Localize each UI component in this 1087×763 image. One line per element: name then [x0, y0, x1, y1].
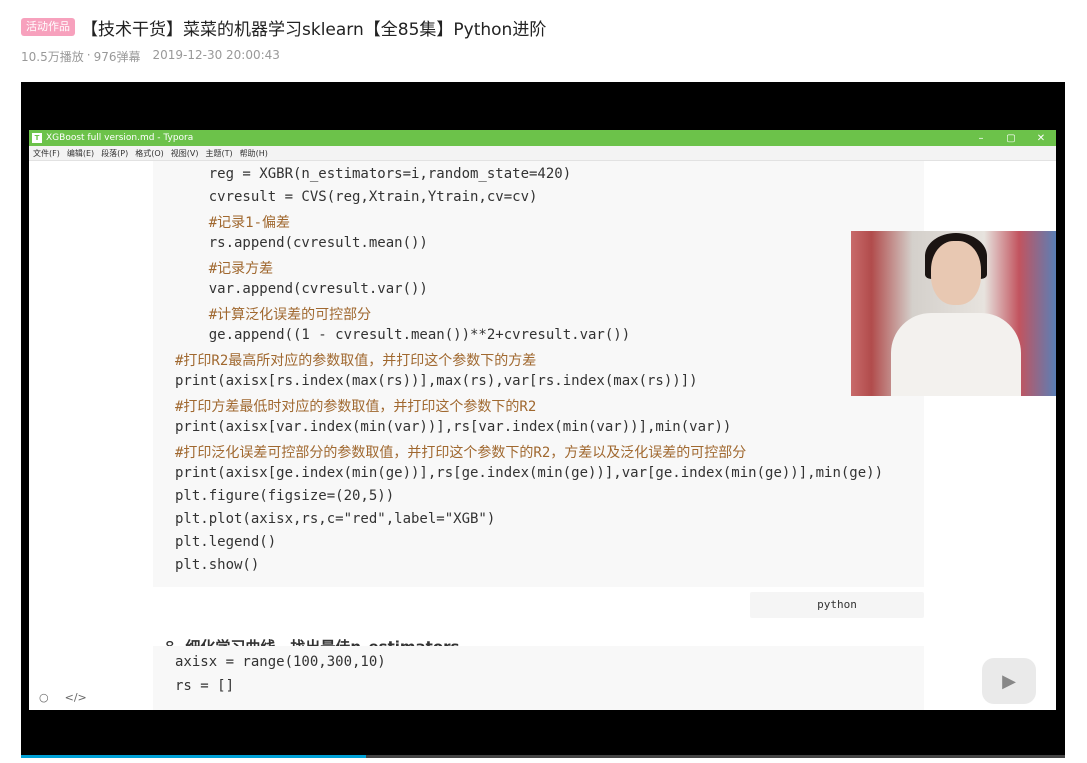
menu-edit[interactable]: 编辑(E)	[67, 148, 94, 159]
code-line: rs.append(cvresult.mean())	[175, 235, 428, 251]
menu-view[interactable]: 视图(V)	[171, 148, 199, 159]
presenter-face	[931, 241, 981, 305]
code-line: reg = XGBR(n_estimators=i,random_state=4…	[175, 166, 572, 182]
code-comment: #计算泛化误差的可控部分	[175, 307, 372, 323]
play-logo-icon: ▶	[982, 658, 1036, 704]
code-comment: #记录1-偏差	[175, 215, 291, 231]
video-meta: 10.5万播放 · 976弹幕 2019-12-30 20:00:43	[21, 48, 280, 65]
code-language-selector[interactable]: python	[750, 592, 924, 618]
menu-bar: 文件(F) 编辑(E) 段落(P) 格式(O) 视图(V) 主题(T) 帮助(H…	[29, 146, 1056, 161]
editor-area[interactable]: reg = XGBR(n_estimators=i,random_state=4…	[29, 161, 1056, 710]
typora-window: T XGBoost full version.md - Typora – ▢ ✕…	[29, 130, 1056, 710]
meta-separator: ·	[86, 48, 91, 62]
video-title: 【技术干货】菜菜的机器学习sklearn【全85集】Python进阶	[81, 19, 547, 40]
window-titlebar: T XGBoost full version.md - Typora – ▢ ✕	[29, 130, 1056, 146]
danmaku-count: 976弹幕	[93, 50, 141, 64]
code-comment: #打印泛化误差可控部分的参数取值，并打印这个参数下的R2，方差以及泛化误差的可控…	[175, 445, 747, 461]
minimize-icon[interactable]: –	[966, 133, 996, 144]
maximize-icon[interactable]: ▢	[996, 133, 1026, 144]
code-line: print(axisx[ge.index(min(ge))],rs[ge.ind…	[175, 465, 884, 481]
code-block[interactable]: reg = XGBR(n_estimators=i,random_state=4…	[153, 161, 924, 587]
code-comment: #记录方差	[175, 261, 274, 277]
code-line: axisx = range(100,300,10)	[175, 654, 386, 670]
code-line: var.append(cvresult.var())	[175, 281, 428, 297]
code-line: ge.append((1 - cvresult.mean())**2+cvres…	[175, 327, 631, 343]
typora-app-icon: T	[32, 133, 42, 143]
publish-date: 2019-12-30 20:00:43	[152, 48, 280, 62]
view-count: 10.5万播放	[21, 50, 84, 64]
menu-help[interactable]: 帮助(H)	[240, 148, 268, 159]
source-code-mode-icon[interactable]: </>	[65, 691, 87, 704]
menu-format[interactable]: 格式(O)	[135, 148, 164, 159]
code-comment: #打印R2最高所对应的参数取值，并打印这个参数下的方差	[175, 353, 537, 369]
code-line: plt.figure(figsize=(20,5))	[175, 488, 395, 504]
window-controls: – ▢ ✕	[966, 133, 1056, 144]
code-line: print(axisx[var.index(min(var))],rs[var.…	[175, 419, 732, 435]
menu-file[interactable]: 文件(F)	[33, 148, 60, 159]
outline-toggle-icon[interactable]: ○	[39, 691, 49, 704]
activity-badge[interactable]: 活动作品	[21, 18, 75, 36]
close-icon[interactable]: ✕	[1026, 133, 1056, 144]
code-line: rs = []	[175, 678, 235, 694]
window-title: XGBoost full version.md - Typora	[46, 133, 194, 143]
code-line: cvresult = CVS(reg,Xtrain,Ytrain,cv=cv)	[175, 189, 538, 205]
code-line: plt.plot(axisx,rs,c="red",label="XGB")	[175, 511, 496, 527]
code-block-2[interactable]: axisx = range(100,300,10) rs = []	[153, 646, 924, 710]
video-title-row: 活动作品 【技术干货】菜菜的机器学习sklearn【全85集】Python进阶	[21, 14, 546, 40]
code-line: plt.show()	[175, 557, 260, 573]
code-line: print(axisx[rs.index(max(rs))],max(rs),v…	[175, 373, 698, 389]
video-progress-bar[interactable]	[21, 755, 1065, 758]
presenter-webcam	[851, 231, 1056, 396]
status-icons: ○ </>	[39, 691, 87, 704]
menu-paragraph[interactable]: 段落(P)	[101, 148, 128, 159]
video-progress-fill	[21, 755, 366, 758]
code-comment: #打印方差最低时对应的参数取值，并打印这个参数下的R2	[175, 399, 537, 415]
menu-theme[interactable]: 主题(T)	[205, 148, 232, 159]
presenter-body	[891, 313, 1021, 396]
code-line: plt.legend()	[175, 534, 277, 550]
